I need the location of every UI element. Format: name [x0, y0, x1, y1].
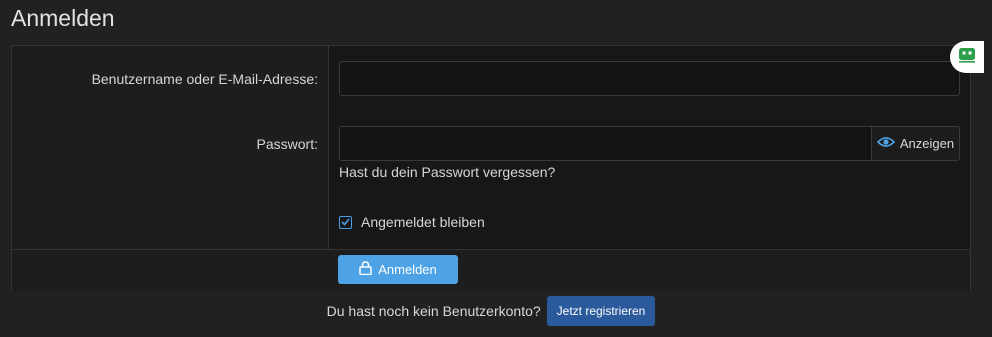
- lock-icon: [359, 261, 372, 278]
- form-footer: Anmelden: [12, 249, 970, 291]
- bot-icon: [958, 47, 976, 68]
- username-input[interactable]: [339, 61, 960, 96]
- login-submit-label: Anmelden: [378, 262, 437, 277]
- password-label: Passwort:: [256, 136, 318, 152]
- remember-me-row[interactable]: Angemeldet bleiben: [339, 214, 485, 230]
- login-form: Benutzername oder E-Mail-Adresse: Passwo…: [11, 45, 971, 291]
- register-prompt-text: Du hast noch kein Benutzerkonto?: [326, 303, 541, 319]
- form-label-column: Benutzername oder E-Mail-Adresse: Passwo…: [12, 46, 329, 249]
- show-password-button[interactable]: Anzeigen: [872, 126, 960, 161]
- bot-widget[interactable]: [950, 41, 984, 73]
- password-input[interactable]: [339, 126, 872, 161]
- remember-me-checkbox[interactable]: [339, 215, 352, 229]
- login-submit-button[interactable]: Anmelden: [338, 255, 458, 284]
- eye-icon: [876, 136, 896, 151]
- register-button[interactable]: Jetzt registrieren: [546, 296, 656, 326]
- checkmark-icon: [341, 218, 350, 226]
- username-label: Benutzername oder E-Mail-Adresse:: [91, 71, 318, 87]
- remember-me-label: Angemeldet bleiben: [361, 214, 485, 230]
- show-password-label: Anzeigen: [899, 136, 955, 151]
- page-title: Anmelden: [11, 5, 115, 31]
- forgot-password-link[interactable]: Hast du dein Passwort vergessen?: [339, 164, 555, 180]
- register-prompt-row: Du hast noch kein Benutzerkonto? Jetzt r…: [0, 296, 992, 326]
